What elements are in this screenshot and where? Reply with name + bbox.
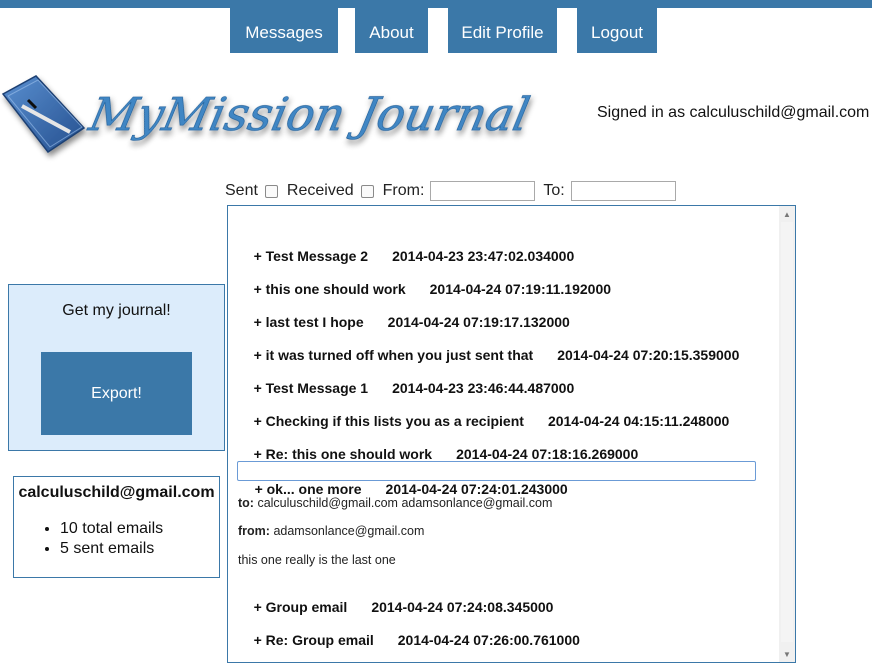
from-value: adamsonlance@gmail.com: [273, 524, 425, 538]
scroll-thumb[interactable]: [781, 222, 793, 642]
account-stats-panel: calculuschild@gmail.com 10 total emails …: [13, 476, 220, 578]
message-date: 2014-04-24 07:18:16.269000: [456, 446, 639, 462]
from-label: from:: [238, 524, 270, 538]
message-subject: + it was turned off when you just sent t…: [253, 347, 534, 363]
svg-text:MyMission Journal: MyMission Journal: [84, 87, 534, 140]
to-filter-label: To:: [543, 182, 565, 199]
to-label: to:: [238, 496, 254, 510]
received-checkbox[interactable]: [360, 184, 374, 198]
message-subject: + Re: this one should work: [253, 446, 433, 462]
message-date: 2014-04-24 07:19:11.192000: [429, 281, 612, 297]
to-filter-input[interactable]: [570, 181, 676, 201]
export-title: Get my journal!: [62, 302, 171, 319]
from-filter-label: From:: [382, 182, 425, 199]
message-body: this one really is the last one: [238, 553, 396, 567]
top-accent-bar: [0, 0, 872, 8]
stats-list: 10 total emails 5 sent emails: [38, 519, 163, 559]
message-row-selected[interactable]: + ok... one more 2014-04-24 07:24:01.2430…: [237, 461, 756, 497]
nav-messages-button[interactable]: Messages: [230, 8, 338, 53]
scroll-up-arrow-icon[interactable]: ▲: [779, 206, 795, 222]
message-subject: + last test I hope: [253, 314, 364, 330]
scroll-down-arrow-icon[interactable]: ▼: [779, 646, 795, 662]
from-filter-input[interactable]: [430, 181, 536, 201]
message-subject: + ok... one more: [254, 481, 362, 497]
sent-filter-label: Sent: [225, 182, 258, 199]
message-date: 2014-04-24 07:26:00.761000: [397, 632, 580, 648]
message-row[interactable]: + Re: Group email 2014-04-24 07:26:00.761…: [238, 616, 580, 662]
message-list-scrollbar[interactable]: ▲ ▼: [779, 206, 795, 662]
signed-in-status: Signed in as calculuschild@gmail.com: [597, 104, 870, 121]
message-subject: + Test Message 1: [253, 380, 369, 396]
nav-logout-button[interactable]: Logout: [577, 8, 657, 53]
sent-checkbox[interactable]: [264, 184, 278, 198]
message-date: 2014-04-24 07:24:01.243000: [385, 481, 568, 497]
message-filters: Sent Received From: To:: [225, 179, 684, 203]
message-from-line: from: adamsonlance@gmail.com: [238, 524, 424, 538]
nav-about-button[interactable]: About: [355, 8, 428, 53]
total-emails-stat: 10 total emails: [60, 519, 163, 539]
message-to-line: to: calculuschild@gmail.com adamsonlance…: [238, 496, 552, 510]
export-button[interactable]: Export!: [41, 352, 192, 435]
message-subject: + this one should work: [253, 281, 406, 297]
message-date: 2014-04-24 04:15:11.248000: [547, 413, 730, 429]
message-subject: + Group email: [253, 599, 348, 615]
nav-edit-profile-button[interactable]: Edit Profile: [448, 8, 557, 53]
message-subject: + Checking if this lists you as a recipi…: [253, 413, 524, 429]
notebook-pen-icon: MyMission Journal: [1, 75, 535, 154]
message-date: 2014-04-24 07:24:08.345000: [371, 599, 554, 615]
message-date: 2014-04-23 23:47:02.034000: [392, 248, 575, 264]
to-value: calculuschild@gmail.com adamsonlance@gma…: [257, 496, 553, 510]
account-email: calculuschild@gmail.com: [18, 484, 215, 501]
message-subject: + Test Message 2: [253, 248, 369, 264]
message-list[interactable]: + Test Message 2 2014-04-23 23:47:02.0340…: [227, 205, 796, 663]
message-date: 2014-04-23 23:46:44.487000: [392, 380, 575, 396]
export-panel: Get my journal! Export!: [8, 284, 225, 451]
sent-emails-stat: 5 sent emails: [60, 539, 163, 559]
mymission-journal-logo: MyMission Journal: [0, 70, 540, 165]
message-date: 2014-04-24 07:20:15.359000: [557, 347, 740, 363]
message-date: 2014-04-24 07:19:17.132000: [387, 314, 570, 330]
message-subject: + Re: Group email: [253, 632, 374, 648]
received-filter-label: Received: [286, 182, 354, 199]
